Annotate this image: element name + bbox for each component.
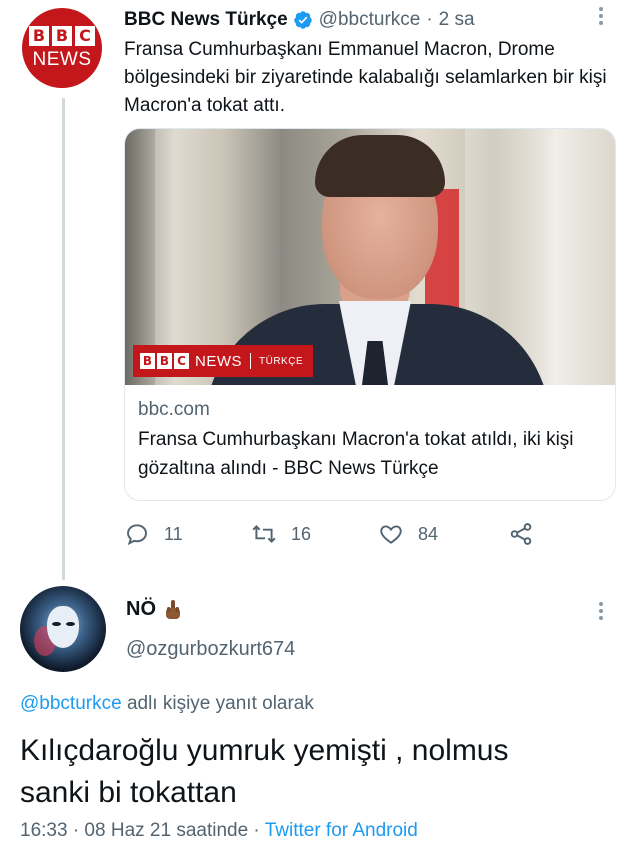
retweet-button[interactable]: 16 xyxy=(251,518,311,550)
reply-text-line: Kılıçdaroğlu yumruk yemişti , nolmus xyxy=(20,734,509,767)
reply-timestamp: 16:33 · 08 Haz 21 saatinde · xyxy=(20,820,265,841)
source-link[interactable]: Twitter for Android xyxy=(265,820,418,841)
replying-to-link[interactable]: @bbcturkce xyxy=(20,693,122,714)
like-count: 84 xyxy=(418,523,439,544)
card-domain: bbc.com xyxy=(138,399,210,420)
author-handle[interactable]: @bbcturkce xyxy=(319,9,421,31)
more-options-icon[interactable] xyxy=(598,7,604,25)
card-info: bbc.com Fransa Cumhurbaşkanı Macron'a to… xyxy=(125,385,615,483)
reply-more-options-icon[interactable] xyxy=(598,602,604,620)
reply-author-name-text: NÖ xyxy=(126,598,156,620)
reply-author-handle[interactable]: @ozgurbozkurt674 xyxy=(126,638,295,661)
share-icon xyxy=(510,523,532,545)
banner-logo-letter: B xyxy=(140,353,155,369)
banner-logo-letter: B xyxy=(157,353,172,369)
tweet-header: BBC News Türkçe @bbcturkce · 2 sa xyxy=(124,8,475,32)
banner-subtitle: TÜRKÇE xyxy=(259,355,304,367)
card-title: Fransa Cumhurbaşkanı Macron'a tokat atıl… xyxy=(138,429,574,479)
banner-separator xyxy=(250,353,251,369)
reply-icon xyxy=(127,524,147,546)
reply-button[interactable]: 11 xyxy=(124,518,183,550)
thread-connector-line xyxy=(62,98,65,580)
like-button[interactable]: 84 xyxy=(378,518,438,550)
tweet-time[interactable]: 2 sa xyxy=(439,9,475,31)
separator-dot: · xyxy=(426,9,433,30)
replying-to: @bbcturkce adlı kişiye yanıt olarak xyxy=(20,693,314,715)
tweet-text: Fransa Cumhurbaşkanı Emmanuel Macron, Dr… xyxy=(124,39,607,116)
bbc-news-avatar[interactable]: B B C NEWS xyxy=(22,8,102,88)
reply-text-line: sanki bi tokattan xyxy=(20,776,237,809)
reply-author-name[interactable]: NÖ xyxy=(126,598,182,621)
banner-news-word: NEWS xyxy=(195,352,242,370)
heart-icon xyxy=(380,525,402,544)
card-image: B B C NEWS TÜRKÇE xyxy=(125,129,615,385)
retweet-count: 16 xyxy=(291,523,312,544)
middle-finger-icon xyxy=(166,599,180,619)
reply-text: Kılıçdaroğlu yumruk yemişti , nolmus san… xyxy=(20,730,620,814)
reply-count: 11 xyxy=(164,523,183,544)
author-name[interactable]: BBC News Türkçe xyxy=(124,9,288,31)
bbc-logo-letter: C xyxy=(75,25,95,46)
banner-logo-letter: C xyxy=(174,353,189,369)
bbc-logo-letter: B xyxy=(29,25,49,46)
verified-badge-icon xyxy=(293,11,312,29)
tweet-actions: 11 16 84 xyxy=(124,518,564,550)
link-preview-card[interactable]: B B C NEWS TÜRKÇE bbc.com Fransa Cumhurb… xyxy=(124,128,616,501)
share-button[interactable] xyxy=(508,518,534,550)
retweet-icon xyxy=(252,525,276,543)
bbc-logo-blocks: B B C xyxy=(29,25,95,46)
bbc-logo-letter: B xyxy=(52,25,72,46)
replying-to-text: adlı kişiye yanıt olarak xyxy=(121,693,314,714)
mask-face-decoration xyxy=(47,606,79,648)
bbc-logo-news: NEWS xyxy=(32,48,92,70)
user-avatar[interactable] xyxy=(20,586,106,672)
reply-metadata: 16:33 · 08 Haz 21 saatinde · Twitter for… xyxy=(20,820,418,842)
image-bbc-banner: B B C NEWS TÜRKÇE xyxy=(133,345,314,377)
